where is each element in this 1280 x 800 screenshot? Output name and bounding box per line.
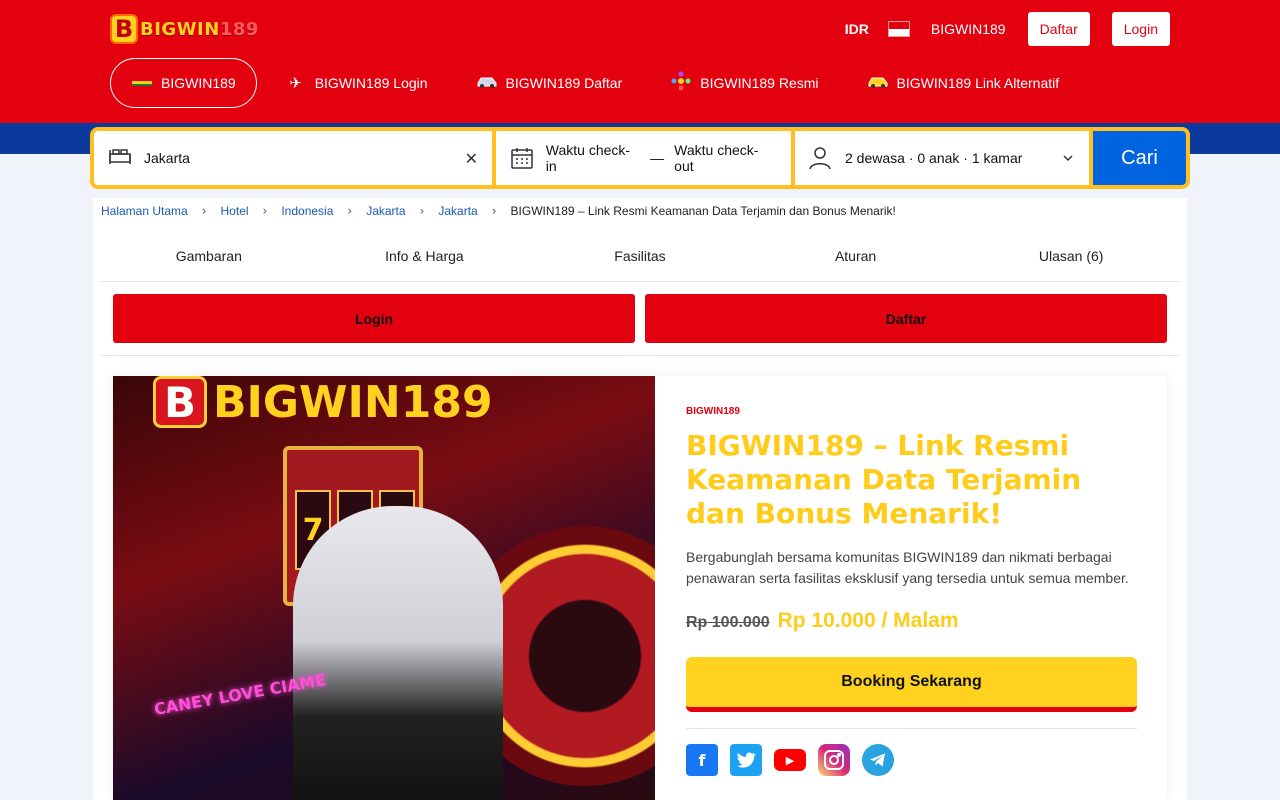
date-field[interactable]: Waktu check-in — Waktu check-out <box>496 131 791 185</box>
sparkle-icon <box>670 71 692 95</box>
hero-image[interactable]: B BIGWIN189 7 7 7 CANEY LOVE CIAME <box>113 376 655 800</box>
daftar-button[interactable]: Daftar <box>1027 12 1090 46</box>
twitter-icon[interactable] <box>730 744 762 776</box>
airplane-icon: ✈ <box>289 74 302 92</box>
main-nav: BIGWIN189 ✈ BIGWIN189 Login BIGWIN189 Da… <box>110 58 1087 108</box>
breadcrumb: Halaman Utama › Hotel › Indonesia › Jaka… <box>101 204 896 218</box>
nav-item-resmi[interactable]: BIGWIN189 Resmi <box>650 58 838 108</box>
header: B BIGWIN189 IDR BIGWIN189 Daftar Login B… <box>0 0 1280 123</box>
auth-actions: Login Daftar <box>113 294 1167 343</box>
taxi-icon <box>867 74 889 92</box>
hero-logo: B BIGWIN189 <box>153 376 493 428</box>
model-illustration <box>293 506 503 800</box>
clear-icon[interactable]: ✕ <box>465 149 478 168</box>
breadcrumb-country[interactable]: Indonesia <box>281 204 333 218</box>
breadcrumb-current: BIGWIN189 – Link Resmi Keamanan Data Ter… <box>510 204 896 218</box>
user-icon <box>809 146 835 170</box>
logo-mark: B <box>110 14 138 44</box>
new-price: Rp 10.000 / Malam <box>777 609 959 632</box>
tab-ulasan[interactable]: Ulasan (6) <box>963 238 1179 281</box>
product-title: BIGWIN189 – Link Resmi Keamanan Data Ter… <box>686 429 1082 530</box>
indonesia-flag-icon[interactable] <box>888 22 909 36</box>
calendar-icon <box>510 146 536 170</box>
tab-gambaran[interactable]: Gambaran <box>101 238 317 281</box>
breadcrumb-city[interactable]: Jakarta <box>438 204 477 218</box>
car-icon <box>476 74 498 92</box>
old-price: Rp 100.000 <box>686 614 770 631</box>
nav-item-label: BIGWIN189 Login <box>314 75 428 91</box>
brand-tag: BIGWIN189 <box>686 406 740 417</box>
header-actions: IDR BIGWIN189 Daftar Login <box>845 12 1170 46</box>
booking-button[interactable]: Booking Sekarang <box>686 657 1137 712</box>
detail-tabs: Gambaran Info & Harga Fasilitas Aturan U… <box>101 238 1179 282</box>
tab-fasilitas[interactable]: Fasilitas <box>532 238 748 281</box>
guest-value: 2 dewasa · 0 anak · 1 kamar <box>845 150 1023 166</box>
location-value: Jakarta <box>144 150 190 166</box>
main-panel: Halaman Utama › Hotel › Indonesia › Jaka… <box>93 198 1187 800</box>
instagram-icon[interactable] <box>818 744 850 776</box>
logo[interactable]: B BIGWIN189 <box>110 12 259 46</box>
login-action-button[interactable]: Login <box>113 294 635 343</box>
checkin-label: Waktu check-in <box>545 142 631 174</box>
social-links: f ▶ <box>686 744 1137 776</box>
hero-logo-mark: B <box>153 376 207 428</box>
facebook-icon[interactable]: f <box>686 744 718 776</box>
breadcrumb-home[interactable]: Halaman Utama <box>101 204 188 218</box>
site-name: BIGWIN189 <box>930 21 1006 37</box>
guest-field[interactable]: 2 dewasa · 0 anak · 1 kamar <box>795 131 1089 185</box>
hero-logo-text: BIGWIN189 <box>213 376 493 428</box>
nav-item-daftar[interactable]: BIGWIN189 Daftar <box>456 58 643 108</box>
nav-item-label: BIGWIN189 <box>161 75 236 91</box>
product-card: B BIGWIN189 7 7 7 CANEY LOVE CIAME BIGWI… <box>113 376 1167 800</box>
nav-item-bigwin189[interactable]: BIGWIN189 <box>110 58 257 108</box>
currency-selector[interactable]: IDR <box>845 21 869 37</box>
nav-item-link-alternatif[interactable]: BIGWIN189 Link Alternatif <box>847 58 1080 108</box>
chevron-right-icon: › <box>201 204 207 218</box>
search-button[interactable]: Cari <box>1093 131 1186 185</box>
divider <box>686 728 1137 729</box>
product-info: BIGWIN189 BIGWIN189 – Link Resmi Keamana… <box>686 406 1137 776</box>
breadcrumb-hotel[interactable]: Hotel <box>221 204 249 218</box>
checkout-label: Waktu check-out <box>674 142 759 174</box>
tab-aturan[interactable]: Aturan <box>748 238 964 281</box>
date-separator: — <box>650 150 665 166</box>
login-button[interactable]: Login <box>1111 12 1170 46</box>
chevron-right-icon: › <box>262 204 268 218</box>
bed-icon <box>108 146 134 170</box>
nav-item-label: BIGWIN189 Daftar <box>505 75 623 91</box>
chevron-right-icon: › <box>347 204 353 218</box>
nav-item-label: BIGWIN189 Link Alternatif <box>896 75 1060 91</box>
price-row: Rp 100.000 Rp 10.000 / Malam <box>686 609 1137 633</box>
telegram-icon[interactable] <box>862 744 894 776</box>
chevron-right-icon: › <box>491 204 497 218</box>
hotel-search-bar: Jakarta ✕ Waktu check-in — Waktu check-o… <box>90 127 1190 189</box>
youtube-icon[interactable]: ▶ <box>774 744 806 776</box>
nav-item-login[interactable]: ✈ BIGWIN189 Login <box>265 58 448 108</box>
chevron-down-icon <box>1061 151 1075 165</box>
chevron-right-icon: › <box>419 204 425 218</box>
tab-info-harga[interactable]: Info & Harga <box>317 238 533 281</box>
logo-text: BIGWIN189 <box>140 18 259 40</box>
breadcrumb-province[interactable]: Jakarta <box>366 204 405 218</box>
product-description: Bergabunglah bersama komunitas BIGWIN189… <box>686 549 1129 586</box>
daftar-action-button[interactable]: Daftar <box>645 294 1167 343</box>
divider <box>101 355 1179 356</box>
location-field[interactable]: Jakarta ✕ <box>94 131 492 185</box>
flag-icon <box>131 74 153 92</box>
nav-item-label: BIGWIN189 Resmi <box>700 75 819 91</box>
